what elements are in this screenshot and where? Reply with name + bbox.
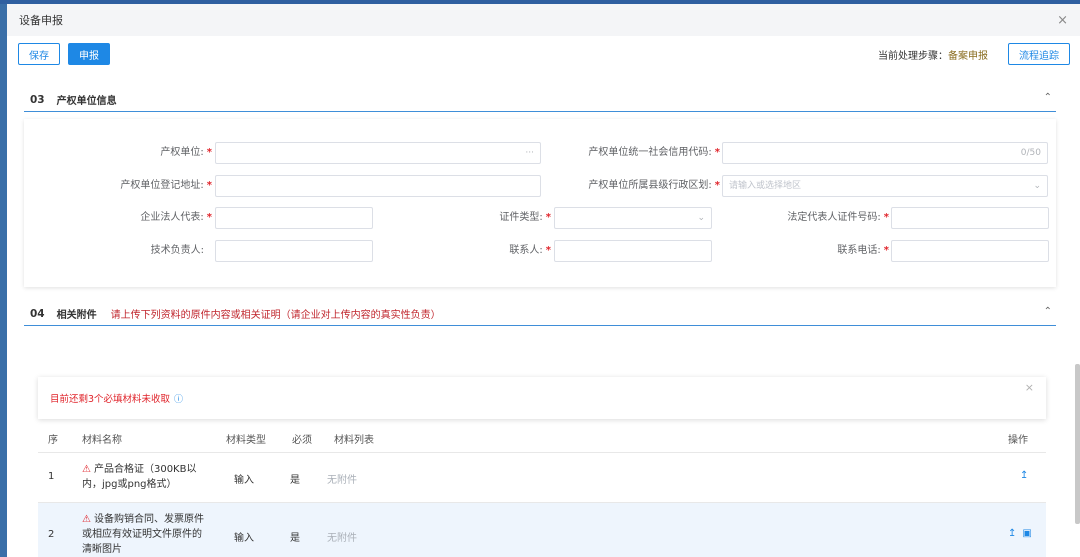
table-row: 1 ⚠ 产品合格证（300KB以 内，jpg或png格式） 输入 是 无附件 ↥ — [38, 453, 1046, 503]
col-type: 材料类型 — [226, 435, 266, 446]
process-track-button[interactable]: 流程追踪 — [1008, 43, 1070, 65]
row-required: 是 — [290, 533, 300, 544]
warning-icon: ⚠ — [82, 464, 91, 475]
region-label: 产权单位所属县级行政区划: * — [588, 180, 720, 191]
dialog-title: 设备申报 — [19, 14, 63, 27]
row-type: 输入 — [234, 533, 254, 544]
contact-input[interactable] — [554, 240, 712, 262]
row-actions: ↥ — [1014, 470, 1028, 481]
notice-text: 目前还剩3个必填材料未收取 ⓘ — [50, 394, 184, 405]
reg-address-input[interactable] — [215, 175, 541, 197]
close-icon[interactable]: × — [1057, 13, 1068, 28]
row-list: 无附件 — [327, 533, 357, 544]
dialog-header: 设备申报 × — [7, 4, 1080, 36]
row-name: ⚠ 设备购销合同、发票原件 或相应有效证明文件原件的 清晰图片 — [82, 514, 204, 555]
chevron-down-icon: ⌄ — [697, 213, 705, 223]
device-report-dialog: 设备申报 × 保存 申报 当前处理步骤： 备案申报 流程追踪 03 产权单位信息… — [7, 4, 1080, 557]
chevron-down-icon: ⌄ — [1033, 181, 1041, 191]
char-counter: 0/50 — [1020, 148, 1041, 158]
id-type-label: 证件类型: * — [499, 212, 551, 223]
row-seq: 2 — [48, 529, 55, 540]
col-list: 材料列表 — [334, 435, 374, 446]
tech-lead-label: 技术负责人: — [150, 245, 204, 256]
credit-code-input[interactable]: 0/50 — [722, 142, 1048, 164]
row-type: 输入 — [234, 475, 254, 486]
region-select[interactable]: 请输入或选择地区 ⌄ — [722, 175, 1048, 197]
col-action: 操作 — [1008, 435, 1028, 446]
row-name: ⚠ 产品合格证（300KB以 内，jpg或png格式） — [82, 464, 197, 490]
col-required: 必须 — [292, 435, 312, 446]
contact-label: 联系人: * — [509, 245, 551, 256]
legal-id-label: 法定代表人证件号码: * — [787, 212, 889, 223]
row-seq: 1 — [48, 471, 55, 482]
id-type-select[interactable]: ⌄ — [554, 207, 712, 229]
row-required: 是 — [290, 475, 300, 486]
upload-icon[interactable]: ↥ — [1008, 528, 1016, 539]
section-04-title: 相关附件 — [56, 310, 97, 321]
owner-unit-label: 产权单位: * — [160, 147, 212, 158]
scrollbar[interactable] — [1075, 364, 1080, 524]
row-list: 无附件 — [327, 475, 357, 486]
section-03-number: 03 — [30, 93, 45, 106]
preview-icon[interactable]: ▣ — [1022, 528, 1031, 539]
phone-input[interactable] — [891, 240, 1049, 262]
tech-lead-input[interactable] — [215, 240, 373, 262]
section-04-header[interactable]: 04 相关附件 请上传下列资料的原件内容或相关证明（请企业对上传内容的真实性负责… — [24, 302, 1056, 326]
close-icon[interactable]: × — [1025, 381, 1034, 394]
chevron-up-icon[interactable]: ⌃ — [1044, 92, 1052, 103]
table-row: 2 ⚠ 设备购销合同、发票原件 或相应有效证明文件原件的 清晰图片 输入 是 无附… — [38, 503, 1046, 557]
save-button[interactable]: 保存 — [18, 43, 60, 65]
toolbar: 保存 申报 当前处理步骤： 备案申报 流程追踪 — [7, 36, 1080, 72]
legal-rep-label: 企业法人代表: * — [140, 212, 212, 223]
reg-address-label: 产权单位登记地址: * — [120, 180, 212, 191]
toolbar-right: 当前处理步骤： 备案申报 流程追踪 — [878, 43, 1070, 65]
info-icon[interactable]: ⓘ — [174, 395, 183, 405]
row-actions: ↥ ▣ — [1002, 528, 1032, 539]
section-04-note: 请上传下列资料的原件内容或相关证明（请企业对上传内容的真实性负责） — [110, 310, 441, 321]
chevron-up-icon[interactable]: ⌃ — [1044, 306, 1052, 317]
table-header: 序 材料名称 材料类型 必须 材料列表 操作 — [38, 429, 1046, 453]
col-name: 材料名称 — [82, 435, 122, 446]
owner-unit-form: 产权单位: * ··· 产权单位统一社会信用代码: * 0/50 产权单位登记地址:… — [24, 119, 1056, 287]
col-seq: 序 — [48, 435, 58, 446]
owner-unit-input[interactable]: ··· — [215, 142, 541, 164]
warning-icon: ⚠ — [82, 514, 91, 525]
section-04-number: 04 — [30, 307, 45, 320]
credit-code-label: 产权单位统一社会信用代码: * — [588, 147, 720, 158]
current-step-value: 备案申报 — [948, 50, 988, 62]
current-step-label: 当前处理步骤： — [878, 50, 948, 62]
legal-rep-input[interactable] — [215, 207, 373, 229]
phone-label: 联系电话: * — [837, 245, 889, 256]
submit-button[interactable]: 申报 — [68, 43, 110, 65]
legal-id-input[interactable] — [891, 207, 1049, 229]
more-icon[interactable]: ··· — [525, 143, 534, 163]
upload-icon[interactable]: ↥ — [1020, 470, 1028, 481]
materials-table: 序 材料名称 材料类型 必须 材料列表 操作 1 ⚠ 产品合格证（300KB以 内… — [38, 429, 1046, 557]
missing-materials-notice: 目前还剩3个必填材料未收取 ⓘ × — [38, 377, 1046, 419]
section-03-header[interactable]: 03 产权单位信息 ⌃ — [24, 88, 1056, 112]
section-03-title: 产权单位信息 — [56, 96, 117, 107]
